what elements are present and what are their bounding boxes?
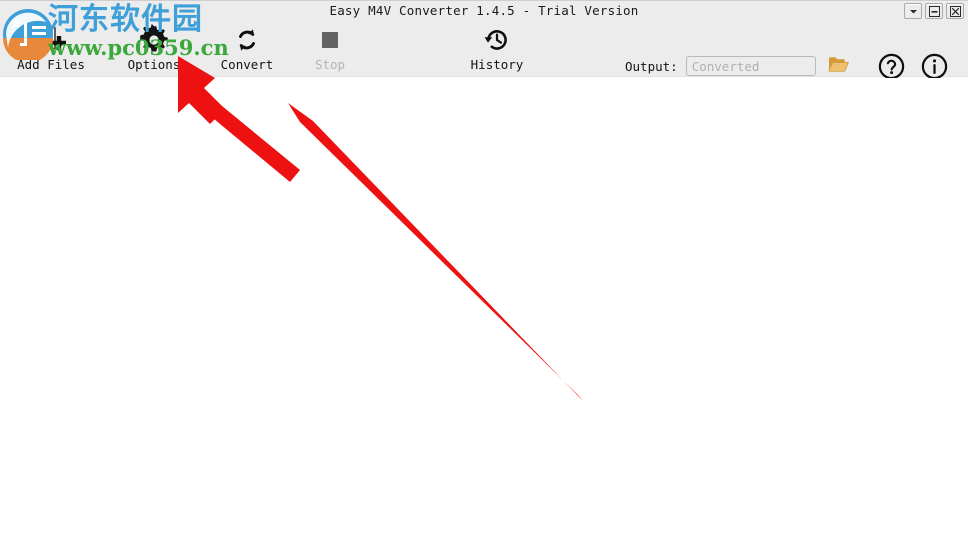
toolbar-button-stop[interactable]: Stop: [280, 20, 380, 77]
browse-folder-button[interactable]: [828, 56, 850, 76]
add-files-icon: [33, 22, 69, 58]
toolbar-button-add-files[interactable]: Add Files: [0, 20, 102, 77]
refresh-icon: [232, 22, 262, 58]
dropdown-button[interactable]: [904, 3, 922, 19]
chevron-down-icon: [909, 8, 918, 15]
toolbar-button-history[interactable]: History: [447, 20, 547, 77]
minimize-button[interactable]: [925, 3, 943, 19]
gear-icon: [138, 22, 170, 58]
application-window: Easy M4V Converter 1.4.5 - Trial Version: [0, 0, 968, 537]
close-icon: [949, 5, 961, 17]
close-button[interactable]: [946, 3, 964, 19]
minimize-icon: [928, 5, 940, 17]
toolbar-label-options: Options: [127, 57, 181, 72]
window-title: Easy M4V Converter 1.4.5 - Trial Version: [329, 3, 639, 18]
folder-open-icon: [828, 55, 850, 77]
output-group: Output:: [625, 56, 850, 76]
clock-history-icon: [482, 22, 512, 58]
toolbar-button-options[interactable]: Options: [104, 20, 204, 77]
file-list-area[interactable]: [0, 78, 968, 537]
main-toolbar: Add Files Options Convert Stop History O…: [0, 20, 968, 80]
output-label: Output:: [625, 58, 678, 74]
title-bar: Easy M4V Converter 1.4.5 - Trial Version: [0, 0, 968, 20]
toolbar-label-add-files: Add Files: [17, 57, 85, 72]
toolbar-label-convert: Convert: [220, 57, 274, 72]
toolbar-label-stop: Stop: [314, 57, 346, 72]
output-path-input[interactable]: [685, 56, 816, 76]
stop-square-icon: [319, 22, 341, 58]
toolbar-label-history: History: [470, 57, 524, 72]
window-controls: [904, 3, 964, 19]
